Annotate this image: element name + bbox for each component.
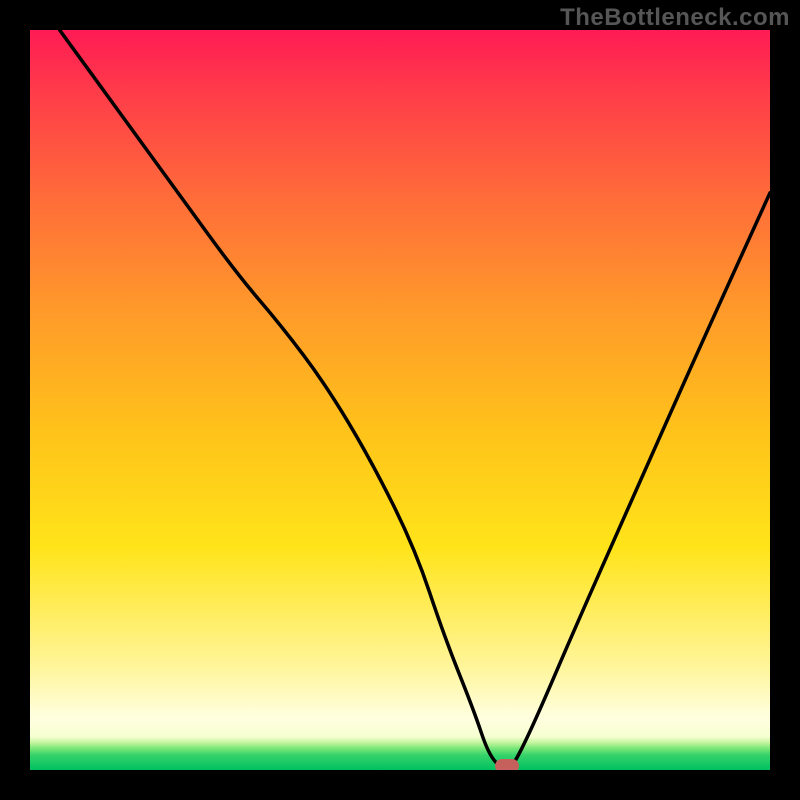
watermark-text: TheBottleneck.com [560, 4, 790, 32]
optimum-marker [495, 759, 519, 770]
curve-path [60, 30, 770, 770]
plot-area [30, 30, 770, 770]
bottleneck-curve [30, 30, 770, 770]
chart-frame: TheBottleneck.com [0, 0, 800, 800]
